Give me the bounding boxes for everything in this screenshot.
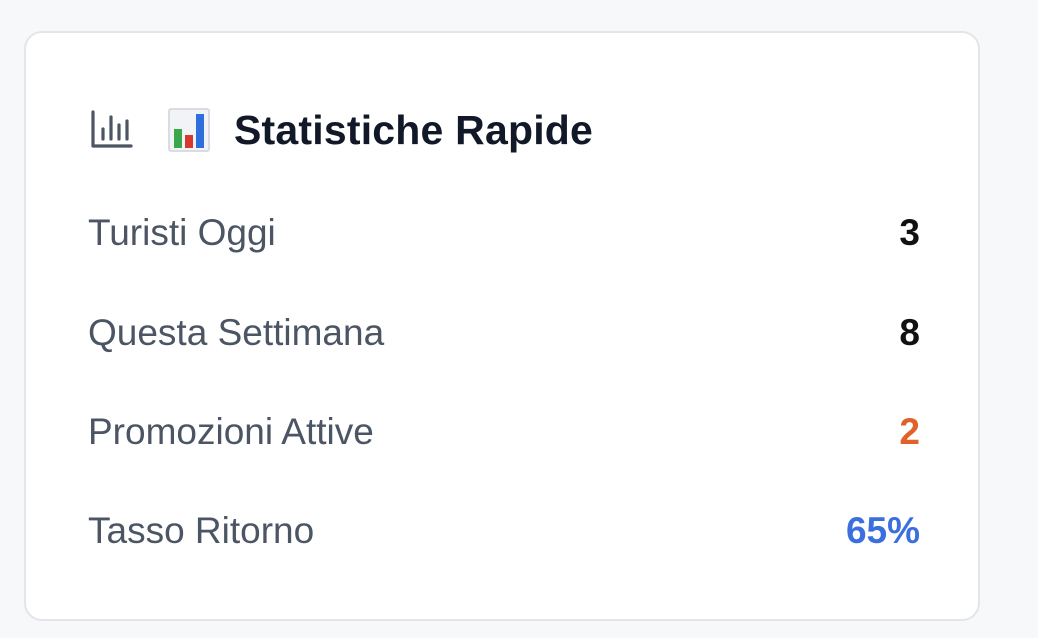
stat-value: 3 bbox=[899, 212, 920, 253]
stat-value: 8 bbox=[899, 312, 920, 353]
stat-value: 2 bbox=[899, 411, 920, 452]
stat-row-tasso-ritorno: Tasso Ritorno 65% bbox=[88, 503, 920, 559]
bar-chart-emoji-icon bbox=[168, 108, 210, 152]
stat-value: 65% bbox=[845, 510, 920, 551]
stat-label: Promozioni Attive bbox=[88, 411, 374, 452]
quick-stats-card: Statistiche Rapide Turisti Oggi 3 Questa… bbox=[24, 31, 980, 621]
stat-row-promozioni-attive: Promozioni Attive 2 bbox=[88, 404, 920, 460]
stat-label: Turisti Oggi bbox=[88, 212, 276, 253]
card-header: Statistiche Rapide bbox=[88, 101, 593, 159]
stat-label: Questa Settimana bbox=[88, 312, 385, 353]
card-title: Statistiche Rapide bbox=[234, 106, 594, 153]
stat-row-questa-settimana: Questa Settimana 8 bbox=[88, 305, 920, 361]
bar-chart-line-icon bbox=[91, 110, 133, 148]
stat-label: Tasso Ritorno bbox=[88, 510, 315, 551]
stat-row-turisti-oggi: Turisti Oggi 3 bbox=[88, 205, 920, 261]
